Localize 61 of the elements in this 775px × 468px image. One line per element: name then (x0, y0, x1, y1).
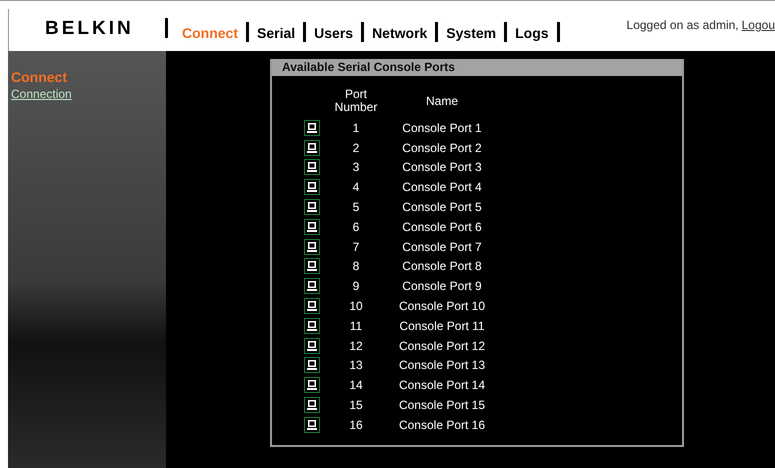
port-number: 15 (349, 398, 363, 412)
port-name[interactable]: Console Port 10 (398, 299, 486, 314)
terminal-icon[interactable] (304, 416, 320, 433)
port-number: 13 (349, 358, 363, 372)
port-number: 1 (352, 120, 360, 135)
column-header: Name (424, 92, 459, 110)
terminal-icon[interactable] (304, 238, 320, 255)
terminal-icon[interactable] (304, 120, 320, 136)
nav-tab[interactable]: Users (314, 25, 354, 41)
terminal-icon[interactable] (304, 218, 320, 235)
port-number: 14 (349, 378, 363, 392)
terminal-icon[interactable] (304, 377, 320, 394)
terminal-icon[interactable] (304, 278, 320, 294)
port-name[interactable]: Console Port 8 (402, 259, 482, 274)
nav-tab[interactable]: Logs (515, 25, 549, 41)
port-name[interactable]: Console Port 14 (398, 378, 486, 392)
port-number: 12 (349, 338, 363, 353)
port-name[interactable]: Console Port 5 (402, 200, 482, 214)
port-number: 6 (352, 220, 360, 234)
terminal-icon[interactable] (304, 318, 320, 334)
brand-logo: BELKIN (45, 18, 135, 40)
port-number: 8 (352, 259, 360, 274)
port-number: 2 (352, 140, 360, 155)
port-name[interactable]: Console Port 12 (398, 338, 486, 353)
port-number: 4 (352, 180, 360, 194)
port-name[interactable]: Console Port 11 (399, 318, 485, 333)
port-name[interactable]: Console Port 2 (402, 140, 482, 155)
panel-title: Available Serial Console Ports (272, 59, 682, 76)
terminal-icon[interactable] (304, 140, 320, 156)
nav-tab[interactable]: Network (372, 25, 428, 41)
port-number: 9 (352, 279, 360, 294)
port-number: 16 (349, 418, 363, 432)
sidebar-link[interactable]: Connection (11, 87, 72, 101)
port-name[interactable]: Console Port 7 (402, 240, 482, 254)
terminal-icon[interactable] (304, 357, 320, 374)
login-status: Logged on as admin, (626, 18, 739, 32)
terminal-icon[interactable] (304, 397, 320, 414)
terminal-icon[interactable] (304, 258, 320, 274)
port-number: 3 (352, 160, 360, 174)
port-name[interactable]: Console Port 3 (402, 160, 482, 174)
terminal-icon[interactable] (304, 179, 320, 196)
sidebar-heading: Connect (11, 69, 67, 85)
port-name[interactable]: Console Port 16 (398, 418, 486, 432)
terminal-icon[interactable] (304, 298, 320, 314)
port-number: 11 (350, 318, 362, 333)
port-name[interactable]: Console Port 1 (402, 120, 482, 135)
column-header: Port Number (334, 88, 378, 116)
logout-link[interactable]: Logou (742, 18, 775, 32)
terminal-icon[interactable] (304, 199, 320, 216)
nav-tab[interactable]: Serial (257, 25, 296, 41)
port-name[interactable]: Console Port 4 (402, 180, 482, 194)
port-name[interactable]: Console Port 15 (398, 398, 486, 412)
port-name[interactable]: Console Port 6 (402, 220, 482, 234)
terminal-icon[interactable] (304, 338, 320, 354)
nav-tab[interactable]: System (446, 25, 496, 41)
terminal-icon[interactable] (304, 159, 320, 176)
port-name[interactable]: Console Port 13 (398, 358, 486, 372)
port-number: 7 (352, 240, 360, 254)
port-name[interactable]: Console Port 9 (402, 279, 482, 294)
port-number: 5 (352, 200, 360, 214)
port-number: 10 (349, 299, 363, 314)
